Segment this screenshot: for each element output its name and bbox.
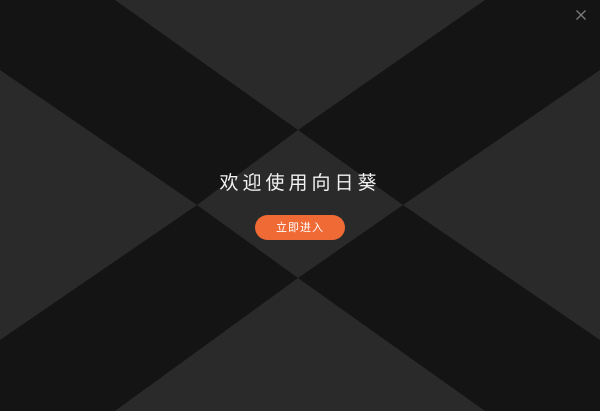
- close-button[interactable]: [572, 6, 590, 24]
- close-icon: [576, 10, 586, 20]
- enter-now-button[interactable]: 立即进入: [255, 215, 345, 240]
- x-band-bottom: [115, 278, 485, 411]
- x-band-right: [403, 70, 600, 340]
- x-band-left: [0, 70, 197, 340]
- x-band-center: [197, 130, 403, 278]
- background-x-graphic: [0, 0, 600, 411]
- welcome-title: 欢迎使用向日葵: [219, 172, 381, 194]
- x-band-top: [115, 0, 485, 130]
- welcome-window: 欢迎使用向日葵 立即进入: [0, 0, 600, 411]
